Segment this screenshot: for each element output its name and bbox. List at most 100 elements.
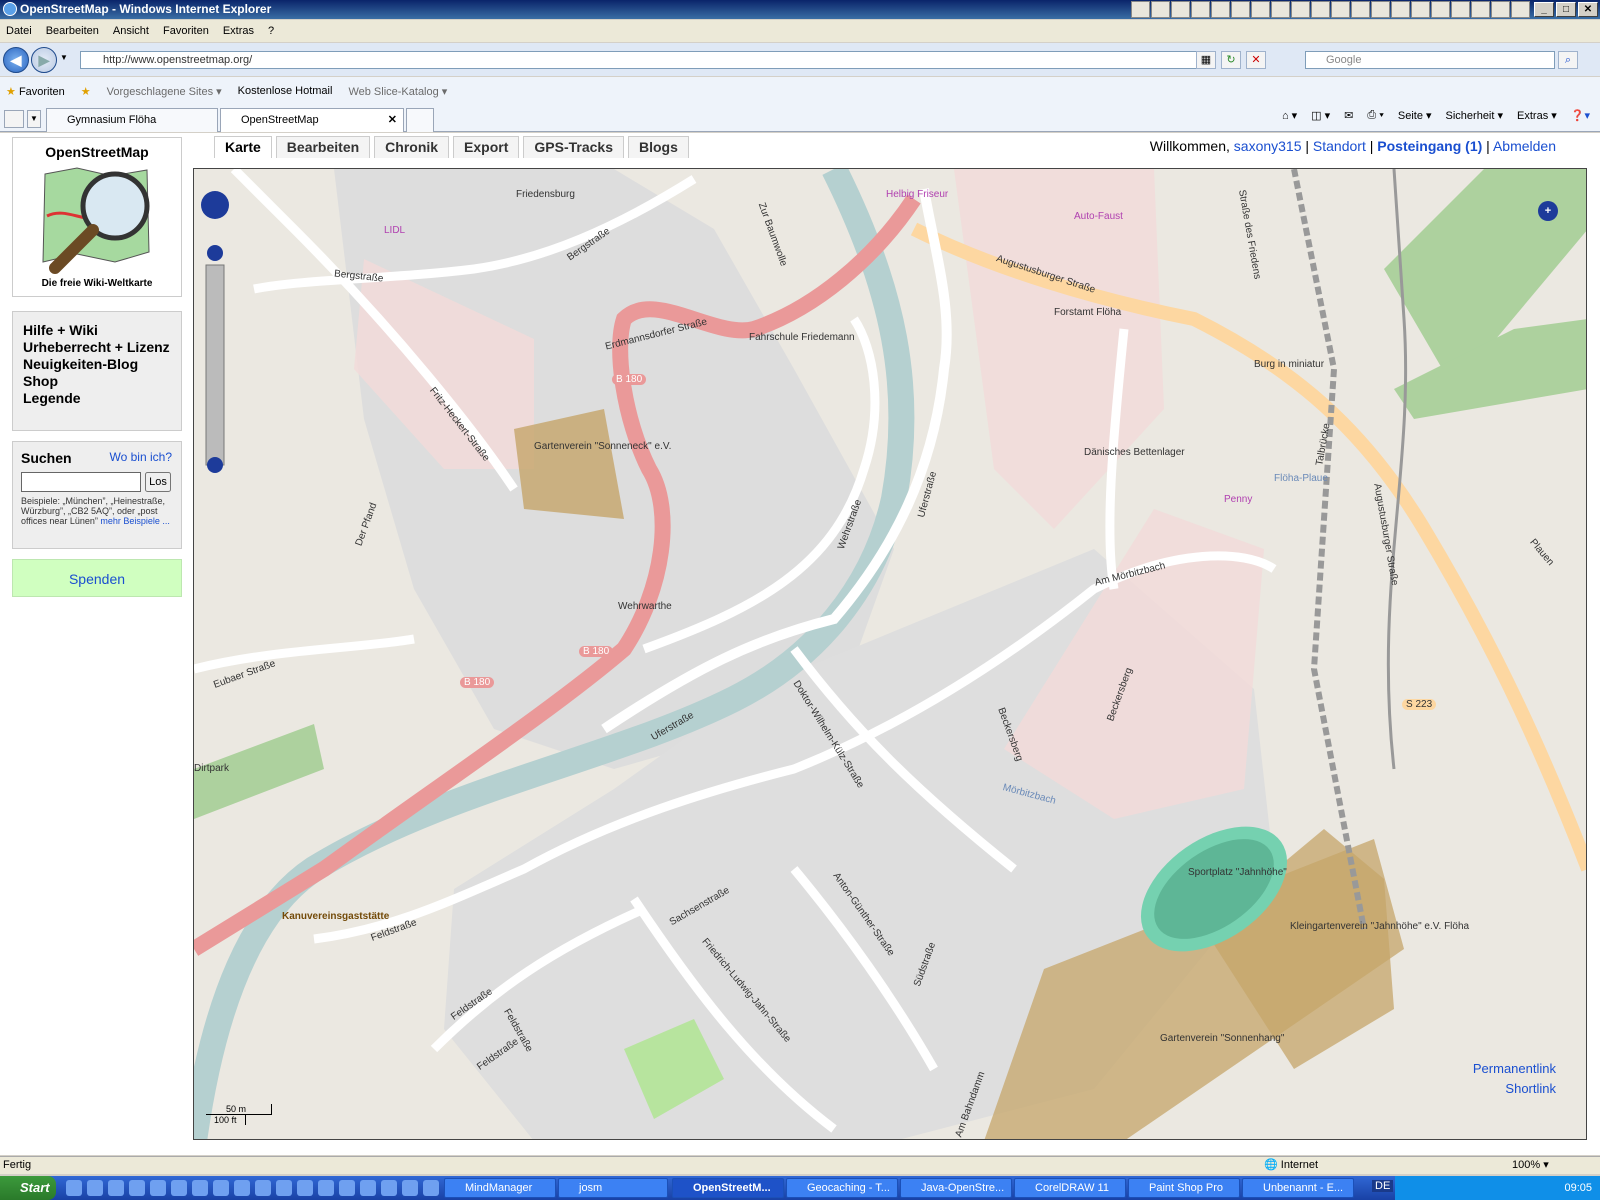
map-search-input[interactable] xyxy=(21,472,141,492)
forward-button[interactable]: ▶ xyxy=(31,47,57,73)
link-blog[interactable]: Neuigkeiten-Blog xyxy=(23,356,171,373)
map-label: Gartenverein "Sonneneck" e.V. xyxy=(534,441,672,452)
scale-bar: 50 m 100 ft xyxy=(206,1104,272,1125)
tab-export[interactable]: Export xyxy=(453,136,520,158)
task-geocaching[interactable]: Geocaching - T... xyxy=(786,1178,898,1198)
logo-box[interactable]: OpenStreetMap Die freie Wiki-Weltkarte xyxy=(12,137,182,297)
favorites-button[interactable]: ★ Favoriten xyxy=(6,85,65,98)
map-label: Kanuvereinsgaststätte xyxy=(282,911,390,922)
globe-icon: 🌐 xyxy=(1264,1159,1278,1171)
system-tray: 09:05 xyxy=(1395,1176,1600,1200)
tab-openstreetmap[interactable]: OpenStreetMap ✕ xyxy=(220,108,404,132)
map-view[interactable]: + Friedensburg Bergstraße Bergstraße LID… xyxy=(193,168,1587,1140)
close-tab-icon[interactable]: ✕ xyxy=(388,109,397,131)
more-examples-link[interactable]: mehr Beispiele ... xyxy=(100,516,170,526)
search-icon[interactable]: ⌕ xyxy=(1558,51,1578,69)
new-tab-button[interactable] xyxy=(406,108,434,132)
scale-metric: 50 m xyxy=(206,1104,272,1115)
logout-link[interactable]: Abmelden xyxy=(1493,138,1556,154)
map-label: Burg in miniatur xyxy=(1254,359,1325,370)
home-icon[interactable]: ⌂ ▾ xyxy=(1282,109,1297,122)
tab-karte[interactable]: Karte xyxy=(214,136,272,158)
search-go-button[interactable]: Los xyxy=(145,472,171,492)
task-josm[interactable]: josm xyxy=(558,1178,668,1198)
menu-help[interactable]: ? xyxy=(268,25,274,37)
zoom-label: 100% xyxy=(1512,1159,1541,1171)
minimize-button[interactable]: _ xyxy=(1534,2,1554,17)
mail-icon[interactable]: ✉ xyxy=(1344,109,1353,122)
menu-bearbeiten[interactable]: Bearbeiten xyxy=(46,25,99,37)
quick-tabs-icon[interactable] xyxy=(4,110,24,128)
cmd-extras[interactable]: Extras ▾ xyxy=(1517,109,1557,122)
task-coreldraw[interactable]: CorelDRAW 11 xyxy=(1014,1178,1126,1198)
feeds-icon[interactable]: ◫ ▾ xyxy=(1311,109,1330,122)
close-button[interactable]: ✕ xyxy=(1578,2,1598,17)
tab-gps-tracks[interactable]: GPS-Tracks xyxy=(523,136,624,158)
stop-icon[interactable]: ✕ xyxy=(1246,51,1266,69)
tab-gymnasium-label: Gymnasium Flöha xyxy=(67,114,157,126)
permalink-link[interactable]: Permanentlink xyxy=(1473,1059,1556,1079)
standort-link[interactable]: Standort xyxy=(1313,138,1366,154)
menu-ansicht[interactable]: Ansicht xyxy=(113,25,149,37)
tab-blogs[interactable]: Blogs xyxy=(628,136,689,158)
compat-icon[interactable]: ▦ xyxy=(1196,51,1216,69)
language-indicator[interactable]: DE xyxy=(1372,1180,1394,1192)
task-openstreetmap[interactable]: OpenStreetM... xyxy=(672,1178,784,1198)
tab-openstreetmap-label: OpenStreetMap xyxy=(241,114,319,126)
layer-switcher-icon[interactable]: + xyxy=(1538,201,1558,221)
help-icon[interactable]: ❓▾ xyxy=(1571,109,1590,122)
menu-favoriten[interactable]: Favoriten xyxy=(163,25,209,37)
permalink-box: Permanentlink Shortlink xyxy=(1473,1059,1556,1099)
hotmail-link[interactable]: Kostenlose Hotmail xyxy=(238,85,333,97)
zone-label: Internet xyxy=(1280,1159,1319,1171)
donate-button[interactable]: Spenden xyxy=(12,559,182,597)
task-java-openstreetmap[interactable]: Java-OpenStre... xyxy=(900,1178,1012,1198)
zoom-control[interactable] xyxy=(200,175,230,475)
map-label: Dirtpark xyxy=(194,763,230,774)
menu-extras[interactable]: Extras xyxy=(223,25,254,37)
map-label: B 180 xyxy=(612,374,647,385)
help-links-box: Hilfe + Wiki Urheberrecht + Lizenz Neuig… xyxy=(12,311,182,431)
link-urheberrecht[interactable]: Urheberrecht + Lizenz xyxy=(23,339,171,356)
zoom-level[interactable]: 100% ▾ xyxy=(1512,1157,1549,1174)
welcome-text: Willkommen, xyxy=(1149,138,1230,154)
link-shop[interactable]: Shop xyxy=(23,373,171,390)
tab-list-icon[interactable]: ▼ xyxy=(27,110,41,128)
favorites-label: Favoriten xyxy=(18,85,65,98)
username-link[interactable]: saxony315 xyxy=(1234,138,1302,154)
task-unbenannt[interactable]: Unbenannt - E... xyxy=(1242,1178,1354,1198)
search-input[interactable]: Google xyxy=(1305,51,1555,69)
map-label: Forstamt Flöha xyxy=(1054,307,1122,318)
task-mindmanager[interactable]: MindManager xyxy=(444,1178,556,1198)
inbox-link[interactable]: Posteingang (1) xyxy=(1377,138,1482,154)
map-label: Friedensburg xyxy=(516,189,575,200)
webslice-link[interactable]: Web Slice-Katalog ▾ xyxy=(348,85,447,98)
menu-datei[interactable]: Datei xyxy=(6,25,32,37)
map-label: B 180 xyxy=(460,677,495,688)
title-tray-icons xyxy=(1131,1,1530,18)
suggested-sites-link[interactable]: Vorgeschlagene Sites ▾ xyxy=(107,85,222,98)
map-label: S 223 xyxy=(1402,699,1437,710)
address-field[interactable]: http://www.openstreetmap.org/ ▼ xyxy=(80,51,1212,69)
status-bar: Fertig 🌐 Internet 100% ▾ xyxy=(0,1156,1600,1174)
where-am-i-link[interactable]: Wo bin ich? xyxy=(110,450,172,464)
back-button[interactable]: ◀ xyxy=(3,47,29,73)
tab-bearbeiten[interactable]: Bearbeiten xyxy=(275,136,371,158)
tab-gymnasium[interactable]: Gymnasium Flöha xyxy=(46,108,218,132)
task-paintshop[interactable]: Paint Shop Pro xyxy=(1128,1178,1240,1198)
refresh-icon[interactable]: ↻ xyxy=(1221,51,1241,69)
tab-chronik[interactable]: Chronik xyxy=(374,136,450,158)
cmd-seite-label: Seite xyxy=(1397,110,1423,122)
cmd-seite[interactable]: Seite ▾ xyxy=(1398,109,1432,122)
maximize-button[interactable]: □ xyxy=(1556,2,1576,17)
start-button[interactable]: Start xyxy=(0,1176,56,1200)
print-icon[interactable]: ⎙ ▾ xyxy=(1367,109,1383,122)
ie-icon xyxy=(3,2,17,16)
add-favorites-icon[interactable]: ★ xyxy=(81,85,91,98)
link-legende[interactable]: Legende xyxy=(23,390,171,407)
cmd-sicherheit[interactable]: Sicherheit ▾ xyxy=(1446,109,1504,122)
map-label: Helbig Friseur xyxy=(886,189,949,200)
history-dropdown-icon[interactable]: ▼ xyxy=(60,53,68,62)
shortlink-link[interactable]: Shortlink xyxy=(1473,1079,1556,1099)
link-hilfe[interactable]: Hilfe + Wiki xyxy=(23,322,171,339)
